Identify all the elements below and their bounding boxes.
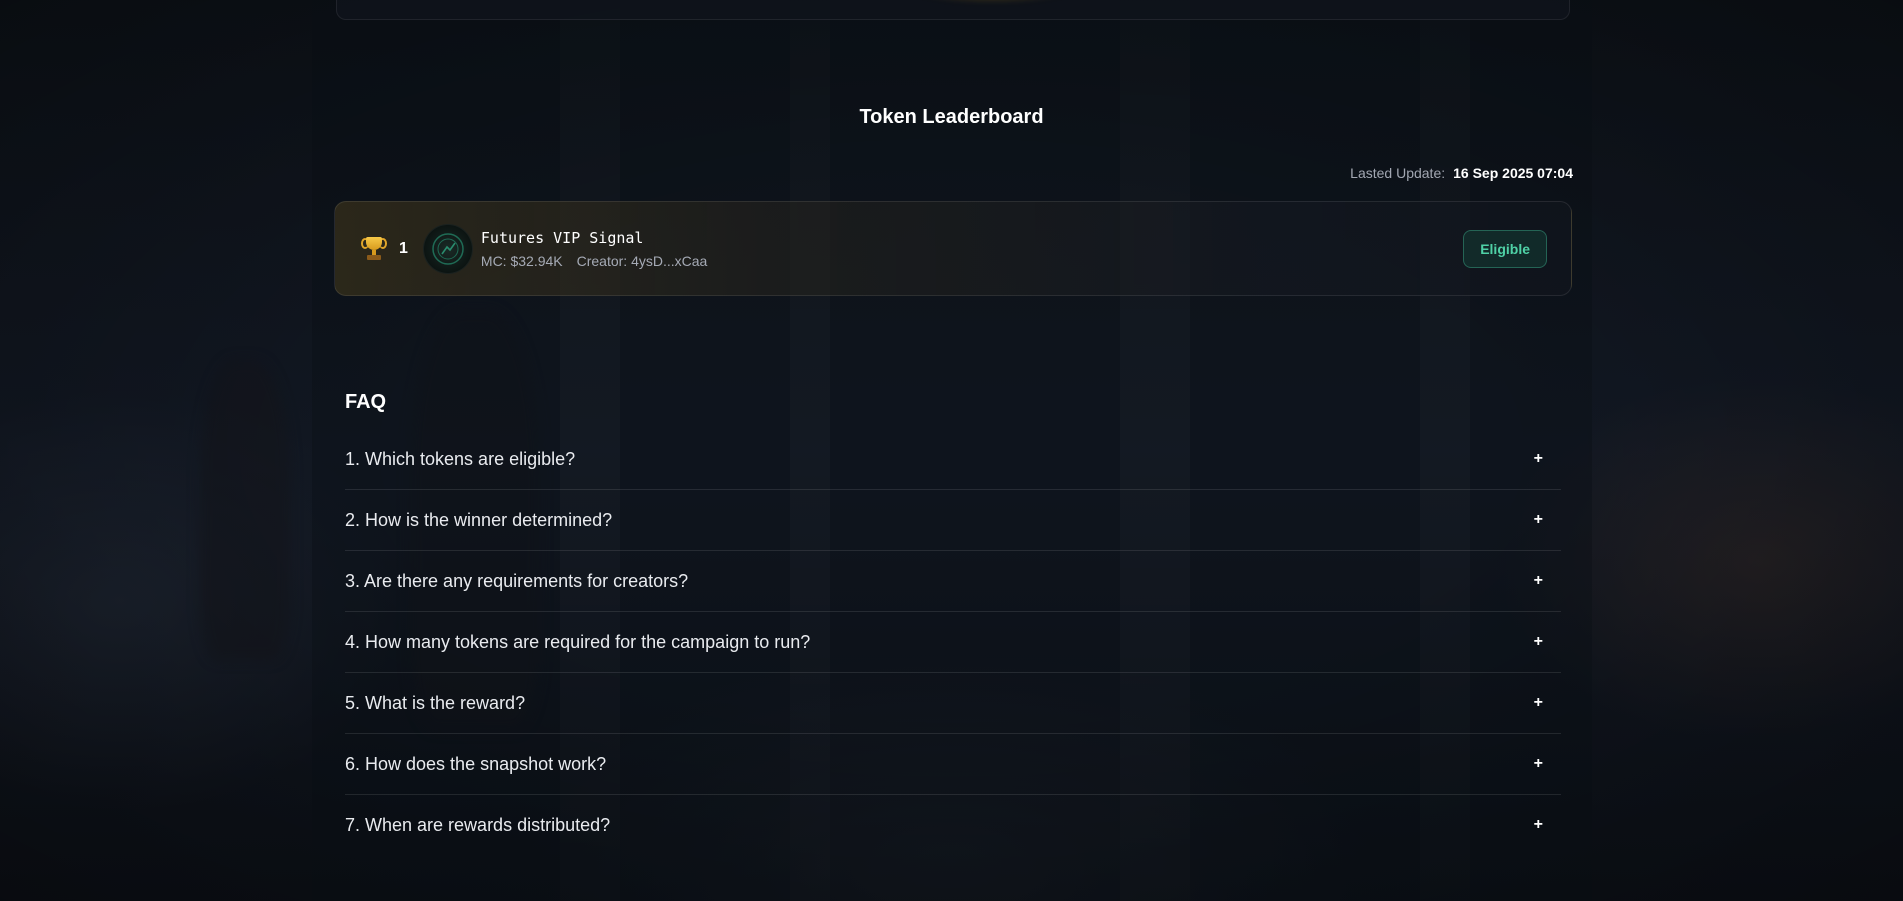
faq-item-6[interactable]: 6. How does the snapshot work? + bbox=[345, 734, 1561, 795]
token-rank: 1 bbox=[399, 239, 408, 257]
faq-question: 3. Are there any requirements for creato… bbox=[345, 570, 689, 591]
plus-icon[interactable]: + bbox=[1534, 633, 1543, 651]
previous-card bbox=[336, 0, 1570, 20]
plus-icon[interactable]: + bbox=[1534, 755, 1543, 773]
last-update-value: 16 Sep 2025 07:04 bbox=[1453, 165, 1573, 181]
faq-question: 5. What is the reward? bbox=[345, 692, 526, 713]
plus-icon[interactable]: + bbox=[1534, 450, 1543, 468]
faq-question: 1. Which tokens are eligible? bbox=[345, 448, 576, 469]
plus-icon[interactable]: + bbox=[1534, 816, 1543, 834]
leaderboard-row[interactable]: 1 Futures VIP Signal MC: $32.94K Creator:… bbox=[334, 201, 1572, 296]
token-avatar[interactable] bbox=[422, 223, 473, 274]
token-market-cap: MC: $32.94K bbox=[480, 252, 563, 269]
faq-item-1[interactable]: 1. Which tokens are eligible? + bbox=[345, 429, 1561, 490]
faq-list: 1. Which tokens are eligible? + 2. How i… bbox=[345, 429, 1561, 855]
last-update: Lasted Update: 16 Sep 2025 07:04 bbox=[1350, 165, 1573, 181]
token-meta: MC: $32.94K Creator: 4ysD...xCaa bbox=[481, 253, 707, 269]
trophy-icon bbox=[361, 235, 387, 263]
token-creator: Creator: 4ysD...xCaa bbox=[576, 252, 708, 269]
token-name[interactable]: Futures VIP Signal bbox=[481, 229, 707, 247]
last-update-label: Lasted Update: bbox=[1350, 165, 1446, 181]
plus-icon[interactable]: + bbox=[1534, 694, 1543, 712]
faq-item-5[interactable]: 5. What is the reward? + bbox=[345, 673, 1561, 734]
faq-question: 4. How many tokens are required for the … bbox=[345, 631, 811, 652]
leaderboard-title: Token Leaderboard bbox=[859, 106, 1044, 128]
eligible-badge: Eligible bbox=[1463, 230, 1547, 268]
faq-question: 7. When are rewards distributed? bbox=[345, 814, 611, 835]
faq-question: 2. How is the winner determined? bbox=[345, 509, 613, 530]
faq-item-7[interactable]: 7. When are rewards distributed? + bbox=[345, 795, 1561, 855]
faq-question: 6. How does the snapshot work? bbox=[345, 753, 607, 774]
faq-title: FAQ bbox=[345, 391, 387, 413]
faq-item-2[interactable]: 2. How is the winner determined? + bbox=[345, 490, 1561, 551]
plus-icon[interactable]: + bbox=[1534, 511, 1543, 529]
token-logo-icon bbox=[432, 232, 464, 265]
token-info: Futures VIP Signal MC: $32.94K Creator: 4… bbox=[481, 229, 707, 269]
faq-item-4[interactable]: 4. How many tokens are required for the … bbox=[345, 612, 1561, 673]
faq-item-3[interactable]: 3. Are there any requirements for creato… bbox=[345, 551, 1561, 612]
plus-icon[interactable]: + bbox=[1534, 572, 1543, 590]
